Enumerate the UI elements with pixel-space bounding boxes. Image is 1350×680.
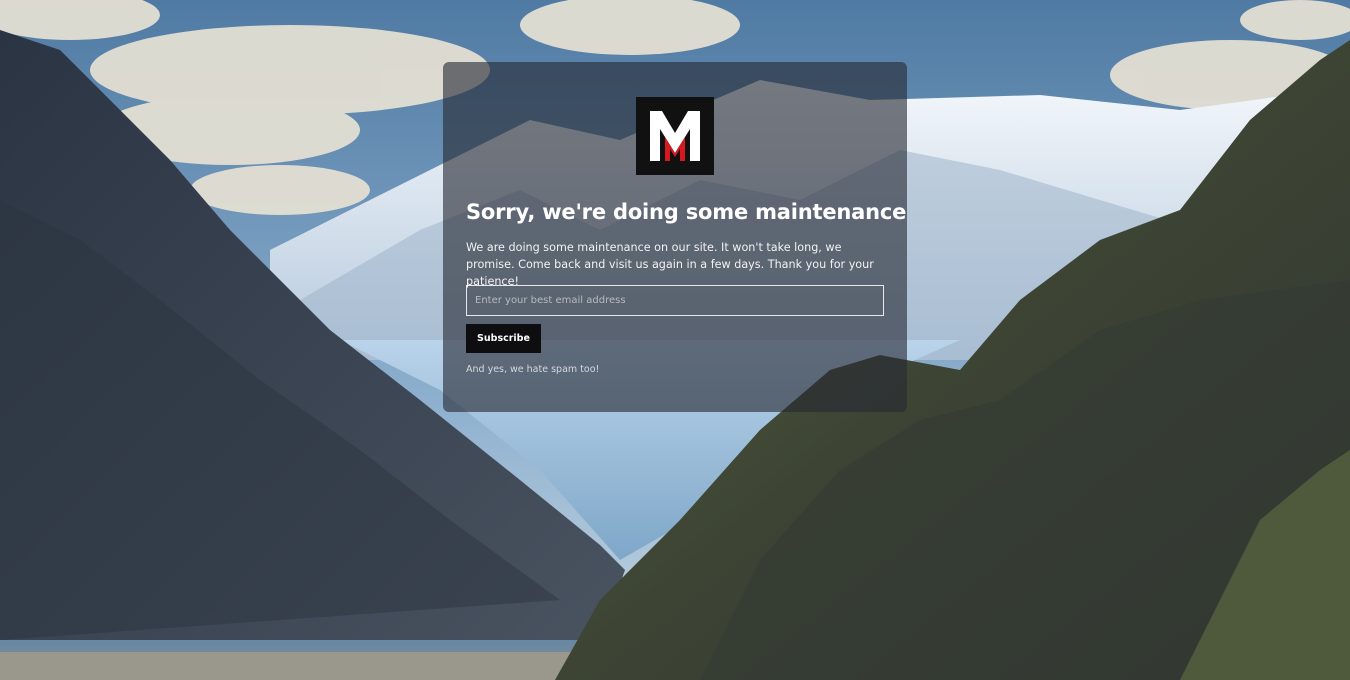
site-logo — [636, 97, 714, 175]
spam-note: And yes, we hate spam too! — [466, 364, 600, 375]
page-description: We are doing some maintenance on our sit… — [466, 241, 874, 288]
page-title: Sorry, we're doing some maintenance — [466, 200, 907, 224]
maintenance-card: Sorry, we're doing some maintenance We a… — [443, 62, 907, 412]
subscribe-button[interactable]: Subscribe — [466, 324, 541, 353]
email-input[interactable] — [466, 285, 884, 316]
m-logo-icon — [636, 97, 714, 175]
